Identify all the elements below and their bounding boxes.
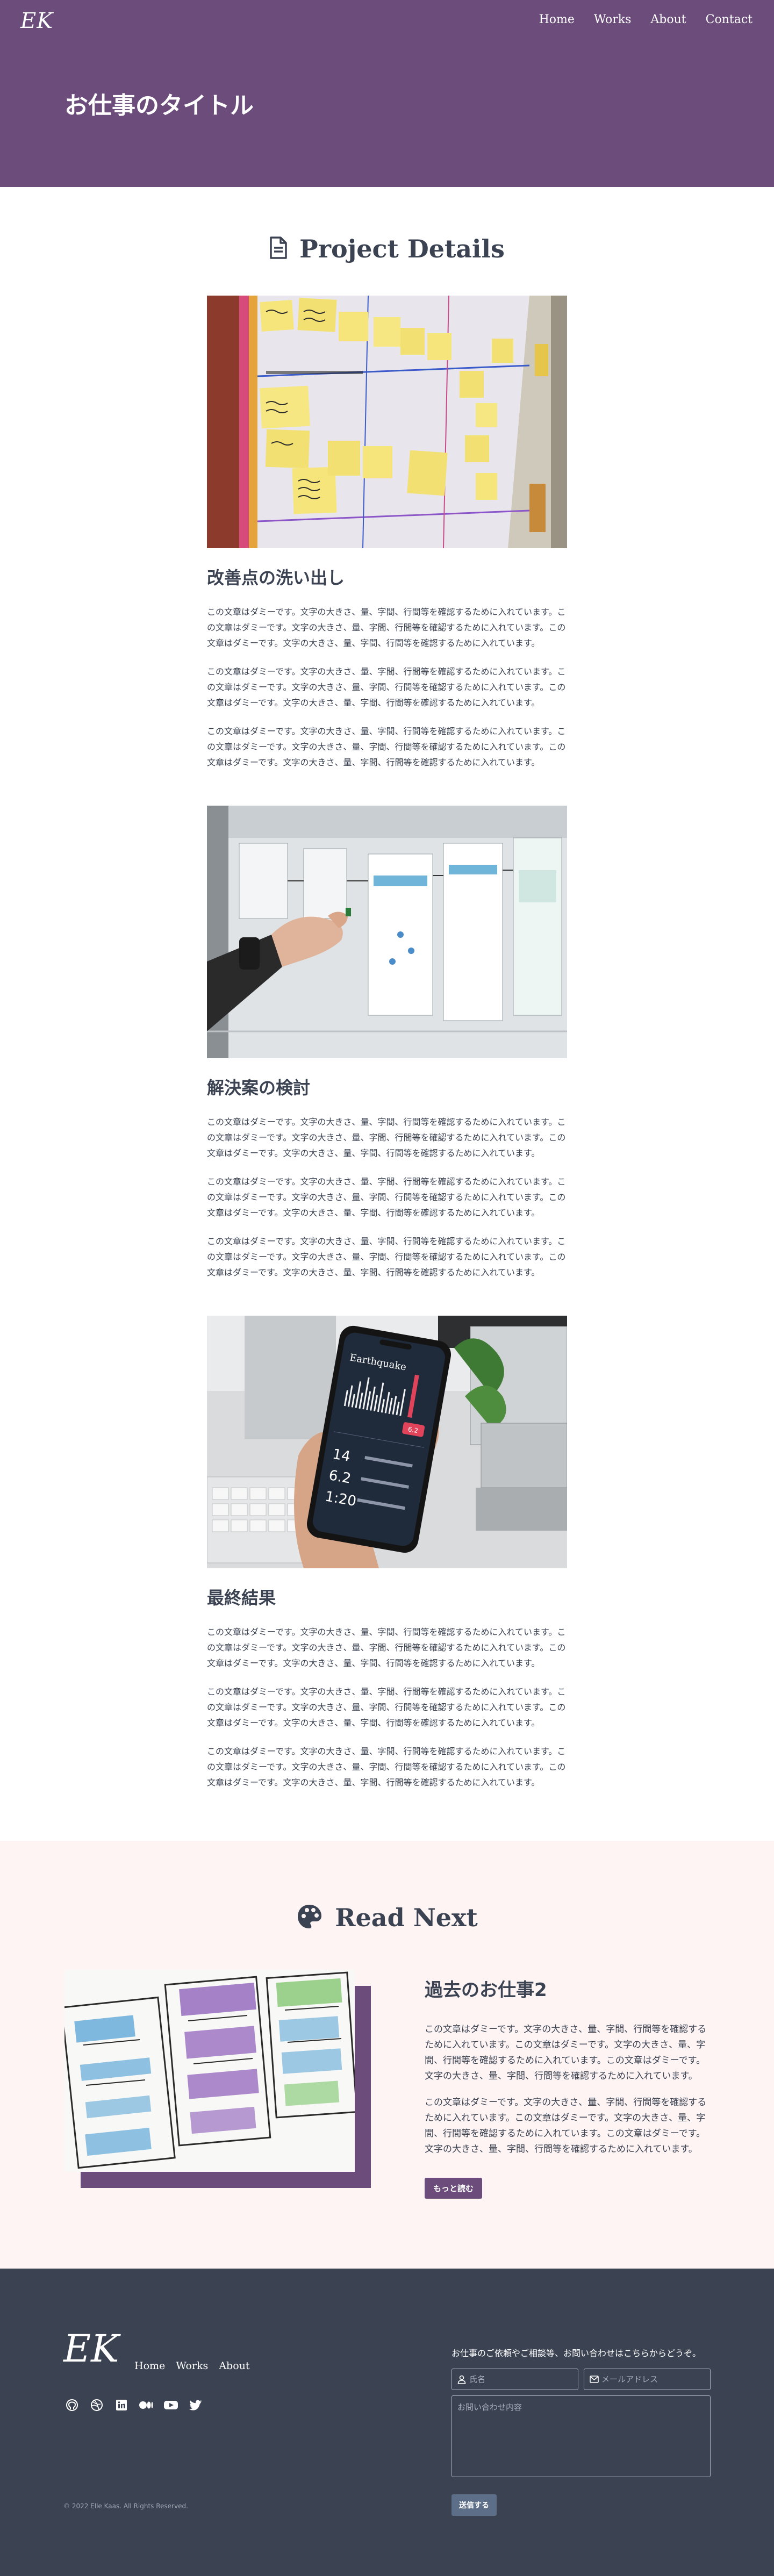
- footer-nav-about[interactable]: About: [219, 2360, 249, 2372]
- detail-block-1: 改善点の洗い出し この文章はダミーです。文字の大きさ、量、字間、行間等を確認する…: [207, 296, 567, 770]
- read-next-work-title: 過去のお仕事2: [425, 1979, 547, 2001]
- linkedin-icon[interactable]: [113, 2396, 130, 2414]
- medium-icon[interactable]: [138, 2396, 155, 2414]
- dribbble-icon[interactable]: [88, 2396, 105, 2414]
- sticky-notes-board-photo: [207, 296, 567, 548]
- read-next-section: Read Next 過去のお仕事2 この文章はダミーです。文字の大きさ、量、字間…: [0, 1841, 774, 2269]
- user-icon: [457, 2375, 466, 2386]
- email-field[interactable]: [584, 2369, 711, 2390]
- project-details-heading: Project Details: [0, 234, 774, 263]
- main-nav: Home Works About Contact: [539, 13, 752, 26]
- twitter-icon[interactable]: [187, 2396, 204, 2414]
- read-next-title: Read Next: [335, 1903, 478, 1932]
- email-input[interactable]: [601, 2374, 710, 2384]
- name-field[interactable]: [452, 2369, 578, 2390]
- footer-logo[interactable]: EK: [63, 2327, 119, 2371]
- palette-icon: [296, 1903, 323, 1932]
- read-next-paragraph: この文章はダミーです。文字の大きさ、量、字間、行間等を確認するために入れています…: [425, 2097, 707, 2155]
- wireframe-board-photo: [207, 806, 567, 1058]
- footer-nav: Home Works About: [134, 2360, 250, 2372]
- copyright-text: © 2022 Elle Kaas. All Rights Reserved.: [63, 2502, 188, 2510]
- detail-block-3-paragraph: この文章はダミーです。文字の大きさ、量、字間、行間等を確認するために入れています…: [207, 1687, 566, 1728]
- nav-home[interactable]: Home: [539, 13, 575, 26]
- read-next-text: 過去のお仕事2 この文章はダミーです。文字の大きさ、量、字間、行間等を確認するた…: [425, 1970, 710, 2199]
- nav-contact[interactable]: Contact: [706, 13, 752, 26]
- detail-block-1-title: 改善点の洗い出し: [207, 568, 345, 588]
- social-links: [63, 2396, 204, 2414]
- detail-block-1-paragraph: この文章はダミーです。文字の大きさ、量、字間、行間等を確認するために入れています…: [207, 607, 566, 648]
- page-header: EK Home Works About Contact お仕事のタイトル: [0, 0, 774, 187]
- github-icon[interactable]: [63, 2396, 81, 2414]
- nav-about[interactable]: About: [650, 13, 686, 26]
- page-footer: EK Home Works About © 2022 Elle Kaas. Al…: [0, 2269, 774, 2576]
- detail-block-2: 解決案の検討 この文章はダミーです。文字の大きさ、量、字間、行間等を確認するため…: [207, 806, 567, 1280]
- name-input[interactable]: [469, 2374, 578, 2384]
- detail-block-1-paragraph: この文章はダミーです。文字の大きさ、量、字間、行間等を確認するために入れています…: [207, 666, 566, 708]
- footer-nav-works[interactable]: Works: [176, 2360, 208, 2372]
- wireframe-sketch-photo[interactable]: [64, 1970, 355, 2172]
- read-next-heading: Read Next: [0, 1903, 774, 1932]
- detail-block-3-paragraph: この文章はダミーです。文字の大きさ、量、字間、行間等を確認するために入れています…: [207, 1746, 566, 1788]
- send-button[interactable]: 送信する: [452, 2494, 497, 2516]
- phone-app-row: 14: [331, 1446, 352, 1465]
- phone-app-photo: Earthquake 6.2 14 6.2 1:20: [207, 1316, 567, 1568]
- message-textarea[interactable]: [452, 2395, 711, 2477]
- detail-block-2-paragraph: この文章はダミーです。文字の大きさ、量、字間、行間等を確認するために入れています…: [207, 1117, 566, 1158]
- detail-block-3: Earthquake 6.2 14 6.2 1:20 最終結果 この文章はダミー…: [207, 1316, 567, 1790]
- nav-works[interactable]: Works: [594, 13, 632, 26]
- project-details-section: Project Details 改善点の洗い出し この文章はダミーです。文字の大…: [0, 187, 774, 1841]
- contact-lead-text: お仕事のご依頼やご相談等、お問い合わせはこちらからどうぞ。: [452, 2348, 701, 2358]
- file-document-icon: [269, 236, 288, 262]
- detail-block-2-paragraph: この文章はダミーです。文字の大きさ、量、字間、行間等を確認するために入れています…: [207, 1176, 566, 1218]
- page-title: お仕事のタイトル: [64, 92, 254, 119]
- footer-nav-home[interactable]: Home: [134, 2360, 165, 2372]
- youtube-icon[interactable]: [162, 2396, 180, 2414]
- detail-block-1-paragraph: この文章はダミーです。文字の大きさ、量、字間、行間等を確認するために入れています…: [207, 726, 566, 767]
- contact-form: お仕事のご依頼やご相談等、お問い合わせはこちらからどうぞ。 送信する: [452, 2346, 711, 2516]
- site-logo[interactable]: EK: [20, 9, 53, 33]
- detail-block-3-paragraph: この文章はダミーです。文字の大きさ、量、字間、行間等を確認するために入れています…: [207, 1627, 566, 1668]
- read-next-paragraph: この文章はダミーです。文字の大きさ、量、字間、行間等を確認するために入れています…: [425, 2024, 707, 2082]
- project-details-title: Project Details: [299, 234, 505, 263]
- contact-inputs-row: [452, 2369, 711, 2390]
- read-more-button[interactable]: もっと読む: [425, 2178, 483, 2199]
- read-next-image-wrap[interactable]: [64, 1970, 371, 2190]
- read-next-card: 過去のお仕事2 この文章はダミーです。文字の大きさ、量、字間、行間等を確認するた…: [0, 1970, 774, 2199]
- detail-block-2-paragraph: この文章はダミーです。文字の大きさ、量、字間、行間等を確認するために入れています…: [207, 1236, 566, 1278]
- detail-block-2-title: 解決案の検討: [207, 1078, 311, 1098]
- envelope-icon: [590, 2375, 599, 2385]
- detail-block-3-title: 最終結果: [207, 1588, 276, 1608]
